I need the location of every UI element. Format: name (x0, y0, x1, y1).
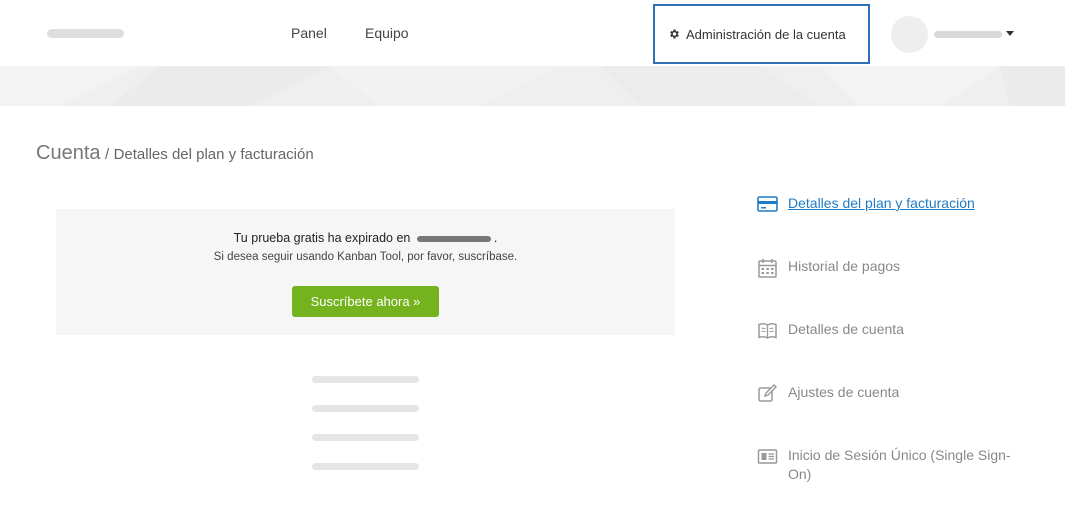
sidebar-item-label: Historial de pagos (788, 258, 901, 274)
account-admin-link[interactable]: Administración de la cuenta (653, 4, 870, 64)
chevron-down-icon[interactable] (1006, 31, 1014, 36)
user-name-placeholder[interactable] (934, 31, 1002, 38)
skeleton-line (312, 434, 419, 441)
trial-subtitle: Si desea seguir usando Kanban Tool, por … (213, 251, 518, 263)
skeleton-line (312, 463, 419, 470)
decorative-banner (0, 66, 1065, 106)
sidebar-item-account-details[interactable]: Detalles de cuenta (757, 320, 1027, 340)
trial-expired-panel: Tu prueba gratis ha expirado en . Si des… (56, 209, 675, 335)
calendar-icon (758, 259, 777, 278)
id-card-icon (757, 449, 778, 464)
edit-icon (758, 384, 777, 402)
sidebar-item-account-settings[interactable]: Ajustes de cuenta (757, 383, 1027, 403)
breadcrumb-root[interactable]: Cuenta (36, 142, 101, 164)
breadcrumb-separator: / (104, 146, 110, 163)
sidebar-item-sso[interactable]: Inicio de Sesión Único (Single Sign-On) (757, 446, 1027, 484)
nav-link-equipo[interactable]: Equipo (365, 25, 409, 41)
skeleton-line (312, 376, 419, 383)
nav-link-panel[interactable]: Panel (291, 25, 327, 41)
banner-pattern (0, 66, 1065, 106)
sidebar-item-label: Inicio de Sesión Único (Single Sign-On) (788, 447, 1011, 482)
trial-title-end: . (493, 231, 498, 245)
top-navigation-bar: Panel Equipo Administración de la cuenta (0, 0, 1065, 66)
sidebar-item-label: Ajustes de cuenta (788, 384, 900, 400)
book-icon (758, 323, 777, 339)
avatar[interactable] (891, 16, 928, 53)
account-admin-label: Administración de la cuenta (686, 26, 846, 42)
subscribe-button[interactable]: Suscríbete ahora » (292, 286, 439, 317)
credit-card-icon (757, 196, 778, 212)
logo-placeholder[interactable] (47, 29, 124, 38)
sidebar-item-label: Detalles de cuenta (788, 321, 904, 337)
gear-icon (670, 29, 679, 39)
sidebar-item-payment-history[interactable]: Historial de pagos (757, 257, 1027, 278)
sidebar-item-plan-billing[interactable]: Detalles del plan y facturación (757, 194, 1027, 213)
breadcrumb-current: Detalles del plan y facturación (113, 146, 314, 163)
breadcrumb: Cuenta / Detalles del plan y facturación (36, 142, 314, 165)
trial-title: Tu prueba gratis ha expirado en . (56, 231, 675, 245)
trial-title-text: Tu prueba gratis ha expirado en (233, 231, 411, 245)
sidebar-item-label: Detalles del plan y facturación (788, 195, 975, 211)
skeleton-line (312, 405, 419, 412)
expiry-date-placeholder (416, 235, 491, 242)
